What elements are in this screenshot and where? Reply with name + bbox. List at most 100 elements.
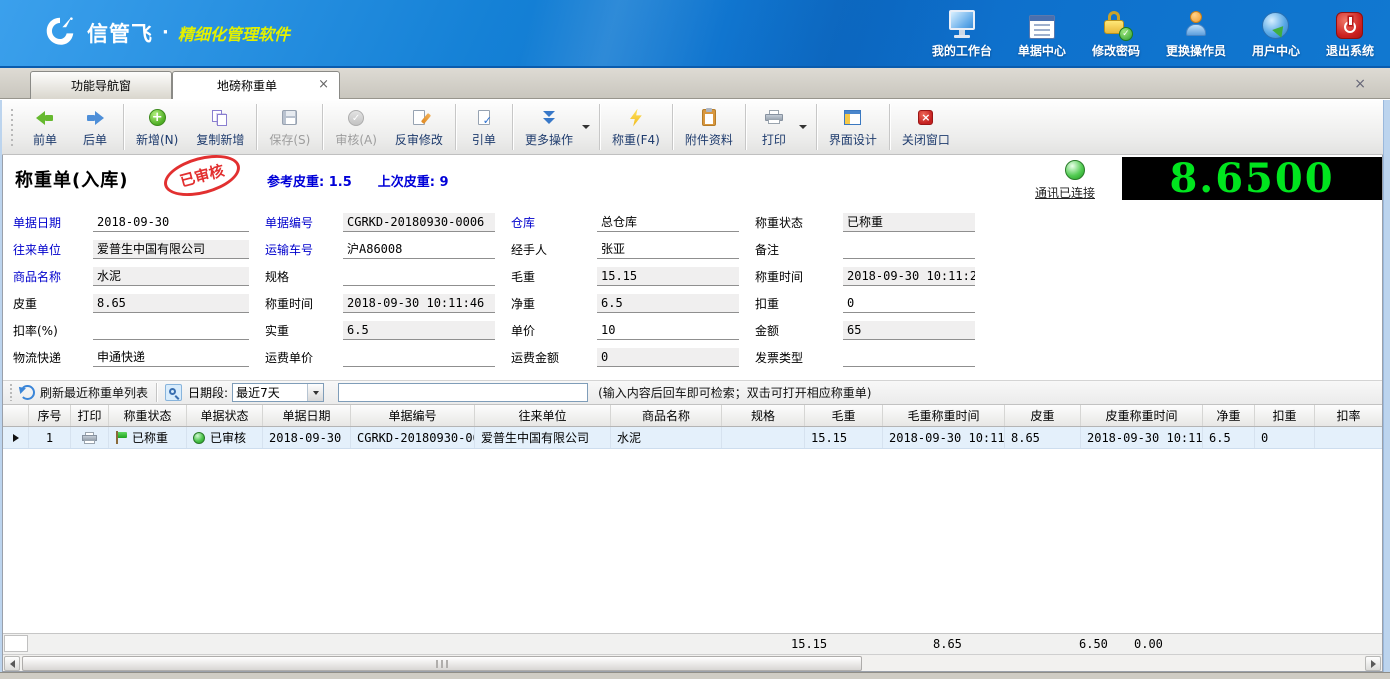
cell-product[interactable]: 水泥: [611, 427, 722, 448]
field-handler[interactable]: 张亚: [597, 240, 739, 259]
field-tare-weight[interactable]: 8.65: [93, 294, 249, 313]
field-doc-date[interactable]: 2018-09-30: [93, 213, 249, 232]
tab-weighbridge[interactable]: 地磅称重单 ×: [172, 71, 340, 99]
close-window-button[interactable]: × 关闭窗口: [893, 103, 959, 151]
filter-drag-handle[interactable]: [9, 384, 13, 401]
grid-col-code[interactable]: 单据编号: [351, 405, 475, 426]
field-label: 称重状态: [755, 216, 804, 230]
date-range-select[interactable]: 最近7天: [232, 383, 325, 402]
tabstrip-close-icon[interactable]: ×: [1354, 76, 1366, 92]
cell-deduct[interactable]: 0: [1255, 427, 1315, 448]
cell-print[interactable]: [71, 427, 109, 448]
grid-col-print[interactable]: 打印: [71, 405, 109, 426]
copy-new-button[interactable]: 复制新增: [187, 103, 253, 151]
reverse-audit-button[interactable]: 反审修改: [386, 103, 452, 151]
field-remark[interactable]: [843, 240, 975, 259]
weigh-button[interactable]: 称重(F4): [603, 103, 669, 151]
field-truck-no[interactable]: 沪A86008: [343, 240, 495, 259]
grid-col-net[interactable]: 净重: [1203, 405, 1255, 426]
more-actions-dropdown[interactable]: [581, 103, 596, 151]
attachment-button[interactable]: 附件资料: [676, 103, 742, 151]
grid-col-seq[interactable]: 序号: [29, 405, 71, 426]
field-partner[interactable]: 爱普生中国有限公司: [93, 240, 249, 259]
tab-function-nav[interactable]: 功能导航窗: [30, 71, 172, 99]
grid-col-doc-status[interactable]: 单据状态: [187, 405, 263, 426]
horizontal-scrollbar[interactable]: [3, 654, 1382, 671]
field-actual-weight[interactable]: 6.5: [343, 321, 495, 340]
date-range-value: 最近7天: [236, 386, 280, 400]
tab-close-icon[interactable]: ×: [318, 78, 329, 91]
grid-col-rate[interactable]: 扣率: [1315, 405, 1382, 426]
grid-col-weigh-status[interactable]: 称重状态: [109, 405, 187, 426]
field-amount[interactable]: 65: [843, 321, 975, 340]
field-doc-code[interactable]: CGRKD-20180930-0006: [343, 213, 495, 232]
more-actions-button[interactable]: 更多操作: [516, 103, 582, 151]
field-label: 称重时间: [755, 270, 804, 284]
field-deduct-rate[interactable]: [93, 321, 249, 340]
save-button[interactable]: 保存(S): [260, 103, 319, 151]
field-net-weight[interactable]: 6.5: [597, 294, 739, 313]
field-warehouse[interactable]: 总仓库: [597, 213, 739, 232]
button-label: 保存(S): [269, 132, 311, 147]
ui-design-button[interactable]: 界面设计: [820, 103, 886, 151]
grid-col-gross-time[interactable]: 毛重称重时间: [883, 405, 1005, 426]
prev-doc-button[interactable]: 前单: [20, 103, 70, 151]
field-freight-price[interactable]: [343, 348, 495, 367]
field-invoice-type[interactable]: [843, 348, 975, 367]
cell-weigh-status[interactable]: 已称重: [109, 427, 187, 448]
nav-exit-system[interactable]: 退出系统: [1326, 7, 1374, 59]
cell-partner[interactable]: 爱普生中国有限公司: [475, 427, 611, 448]
grid-col-tare[interactable]: 皮重: [1005, 405, 1081, 426]
print-dropdown[interactable]: [798, 103, 813, 151]
nav-user-center[interactable]: 用户中心: [1252, 7, 1300, 59]
add-new-button[interactable]: + 新增(N): [127, 103, 187, 151]
nav-document-center[interactable]: 单据中心: [1018, 7, 1066, 59]
cell-gross[interactable]: 15.15: [805, 427, 883, 448]
grid-col-date[interactable]: 单据日期: [263, 405, 351, 426]
cell-rate[interactable]: [1315, 427, 1382, 448]
field-spec[interactable]: [343, 267, 495, 286]
list-filter-bar: 刷新最近称重单列表 日期段: 最近7天 (输入内容后回车即可检索；双击可打开相应…: [3, 380, 1382, 405]
next-doc-button[interactable]: 后单: [70, 103, 120, 151]
cell-spec[interactable]: [722, 427, 805, 448]
scrollbar-thumb[interactable]: [22, 656, 862, 671]
scroll-right-icon[interactable]: [1365, 656, 1381, 671]
refresh-list-button[interactable]: 刷新最近称重单列表: [16, 384, 148, 401]
cell-doc-status[interactable]: 已审核: [187, 427, 263, 448]
cell-tare-time[interactable]: 2018-09-30 10:11: [1081, 427, 1203, 448]
grid-col-partner[interactable]: 往来单位: [475, 405, 611, 426]
cell-seq[interactable]: 1: [29, 427, 71, 448]
import-doc-button[interactable]: ✓ 引单: [459, 103, 509, 151]
cell-tare[interactable]: 8.65: [1005, 427, 1081, 448]
field-weigh-status[interactable]: 已称重: [843, 213, 975, 232]
grid-col-deduct[interactable]: 扣重: [1255, 405, 1315, 426]
cell-gross-time[interactable]: 2018-09-30 10:11: [883, 427, 1005, 448]
toolbar-drag-handle[interactable]: [10, 107, 14, 147]
grid-col-product[interactable]: 商品名称: [611, 405, 722, 426]
nav-switch-operator[interactable]: 更换操作员: [1166, 7, 1226, 59]
grid-col-gross[interactable]: 毛重: [805, 405, 883, 426]
grid-col-spec[interactable]: 规格: [722, 405, 805, 426]
cell-date[interactable]: 2018-09-30: [263, 427, 351, 448]
cell-code[interactable]: CGRKD-20180930-0006: [351, 427, 475, 448]
field-freight-amount[interactable]: 0: [597, 348, 739, 367]
field-gross-weight[interactable]: 15.15: [597, 267, 739, 286]
field-deduct-weight[interactable]: 0: [843, 294, 975, 313]
audit-button[interactable]: ✓ 审核(A): [326, 103, 386, 151]
field-gross-time[interactable]: 2018-09-30 10:11:21: [843, 267, 975, 286]
field-unit-price[interactable]: 10: [597, 321, 739, 340]
search-input[interactable]: [338, 383, 589, 402]
ui-design-icon: [844, 109, 862, 127]
field-tare-time[interactable]: 2018-09-30 10:11:46: [343, 294, 495, 313]
cell-net[interactable]: 6.5: [1203, 427, 1255, 448]
scroll-left-icon[interactable]: [4, 656, 20, 671]
nav-my-workspace[interactable]: 我的工作台: [932, 7, 992, 59]
chevron-down-icon[interactable]: [307, 384, 324, 401]
print-button[interactable]: 打印: [749, 103, 799, 151]
field-logistics[interactable]: 申通快递: [93, 348, 249, 367]
connection-status-link[interactable]: 通讯已连接: [1035, 184, 1095, 201]
field-product[interactable]: 水泥: [93, 267, 249, 286]
nav-change-password[interactable]: ✓ 修改密码: [1092, 7, 1140, 59]
grid-col-tare-time[interactable]: 皮重称重时间: [1081, 405, 1203, 426]
table-row[interactable]: 1 已称重 已审核 2018-09-30 CGRKD-20180930-0006…: [3, 427, 1382, 449]
